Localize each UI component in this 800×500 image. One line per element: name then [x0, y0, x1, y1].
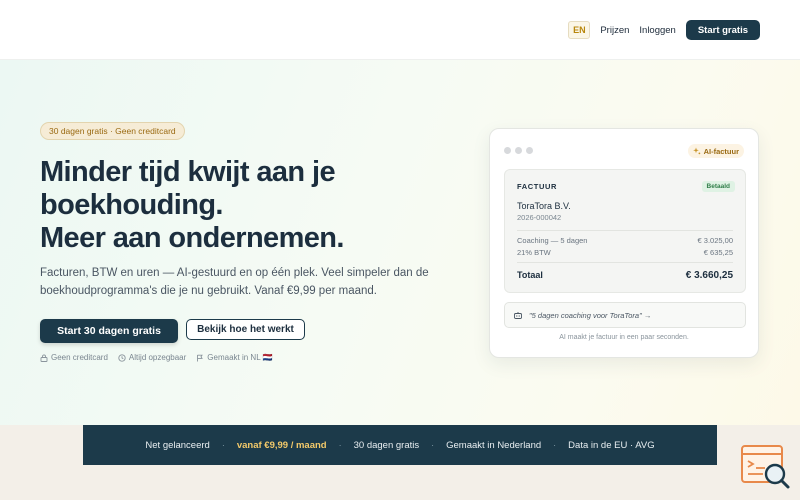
- line-amount: € 3.025,00: [697, 236, 733, 245]
- window-dots: [504, 147, 537, 154]
- nav-link-login[interactable]: Inloggen: [639, 25, 675, 36]
- line-label: 21% BTW: [517, 248, 551, 257]
- strip-item-trial: 30 dagen gratis: [353, 439, 420, 451]
- invoice-preview-card: AI-factuur FACTUUR Betaald ToraTora B.V.…: [489, 128, 759, 358]
- prompt-text: "5 dagen coaching voor ToraTora" →: [529, 310, 652, 320]
- trust-badges: Geen creditcard Altijd opzegbaar Gemaakt…: [40, 353, 283, 362]
- trust-item-no-creditcard: Geen creditcard: [40, 353, 108, 362]
- ai-badge-label: AI-factuur: [703, 146, 739, 156]
- trust-label: Altijd opzegbaar: [128, 353, 187, 362]
- language-switch[interactable]: EN: [568, 21, 591, 39]
- status-badge: Betaald: [701, 181, 735, 192]
- hero-headline: Minder tijd kwijt aan je boekhouding. Me…: [40, 156, 420, 255]
- hero-subtext: Facturen, BTW en uren — AI-gestuurd en o…: [40, 267, 429, 297]
- trial-pill: 30 dagen gratis · Geen creditcard: [40, 122, 185, 140]
- site-header: EN Prijzen Inloggen Start gratis: [0, 0, 800, 60]
- invoice-title: FACTUUR: [517, 182, 558, 191]
- total-label: Totaal: [517, 270, 543, 280]
- invoice-client: ToraTora B.V.: [517, 201, 571, 211]
- headline-line-1: Minder tijd kwijt aan je: [40, 156, 336, 188]
- line-amount: € 635,25: [703, 248, 733, 257]
- flag-icon: [197, 354, 204, 361]
- trust-item-cancel: Altijd opzegbaar: [118, 353, 186, 362]
- nav-link-pricing[interactable]: Prijzen: [600, 25, 629, 36]
- divider: [517, 230, 733, 231]
- trust-band: Net gelanceerd · vanaf €9,99 / maand · 3…: [0, 425, 800, 500]
- headline-line-3: Meer aan ondernemen.: [40, 222, 344, 254]
- ai-invoice-badge: AI-factuur: [687, 144, 744, 158]
- ai-prompt-input[interactable]: "5 dagen coaching voor ToraTora" →: [504, 302, 746, 328]
- sparkle-icon: [692, 147, 700, 155]
- card-caption: AI maakt je factuur in een paar seconden…: [559, 334, 689, 341]
- invoice-line-row: Coaching — 5 dagen € 3.025,00: [517, 236, 733, 245]
- invoice-total-row: Totaal € 3.660,25: [517, 270, 733, 281]
- invoice: FACTUUR Betaald ToraTora B.V. 2026-00004…: [504, 169, 746, 293]
- divider: [517, 262, 733, 263]
- start-free-button[interactable]: Start gratis: [685, 20, 760, 40]
- feature-strip: Net gelanceerd · vanaf €9,99 / maand · 3…: [83, 425, 717, 465]
- hero-section: 30 dagen gratis · Geen creditcard Minder…: [0, 60, 800, 425]
- clock-icon: [118, 353, 126, 362]
- lock-icon: [40, 354, 48, 362]
- strip-item-price: vanaf €9,99 / maand: [236, 439, 327, 451]
- robot-icon: [514, 311, 522, 319]
- window-dot: [504, 147, 511, 154]
- how-it-works-button[interactable]: Bekijk hoe het werkt: [186, 319, 305, 340]
- strip-item-eu-data: Data in de EU · AVG: [568, 439, 655, 451]
- trust-label: Geen creditcard: [51, 353, 108, 362]
- window-dot: [515, 147, 522, 154]
- total-amount: € 3.660,25: [685, 270, 733, 281]
- invoice-line-row: 21% BTW € 635,25: [517, 248, 733, 257]
- search-assistant-widget-icon[interactable]: [741, 444, 791, 492]
- strip-item-made-in-nl: Gemaakt in Nederland: [446, 439, 542, 451]
- line-label: Coaching — 5 dagen: [517, 236, 588, 245]
- trust-label: Gemaakt in NL 🇳🇱: [207, 353, 273, 362]
- headline-line-2: boekhouding.: [40, 189, 223, 221]
- top-nav: EN Prijzen Inloggen Start gratis: [568, 20, 760, 40]
- window-dot: [526, 147, 533, 154]
- trust-item-made-in-nl: Gemaakt in NL 🇳🇱: [196, 353, 273, 362]
- strip-item-launched: Net gelanceerd: [145, 439, 210, 451]
- invoice-number: 2026-000042: [517, 213, 562, 222]
- start-trial-button[interactable]: Start 30 dagen gratis: [40, 319, 178, 343]
